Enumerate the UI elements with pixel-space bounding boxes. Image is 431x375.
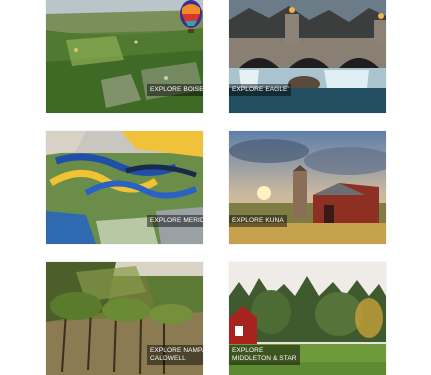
- boise-aerial-photo: [46, 0, 203, 113]
- explore-middleton-star-label: EXPLORE MIDDLETON & STAR: [229, 345, 300, 365]
- explore-boise-label: EXPLORE BOISE: [147, 84, 203, 96]
- explore-kuna-card[interactable]: EXPLORE KUNA: [229, 131, 386, 244]
- explore-nampa-caldwell-label: EXPLORE NAMPA & CALDWELL: [147, 345, 203, 365]
- explore-eagle-label: EXPLORE EAGLE: [229, 84, 291, 96]
- explore-nampa-caldwell-card[interactable]: EXPLORE NAMPA & CALDWELL: [46, 262, 203, 375]
- explore-kuna-label: EXPLORE KUNA: [229, 215, 287, 227]
- explore-meridian-card[interactable]: EXPLORE MERIDIAN: [46, 131, 203, 244]
- explore-meridian-label: EXPLORE MERIDIAN: [147, 215, 203, 227]
- kuna-barn-photo: [229, 131, 386, 244]
- explore-boise-card[interactable]: EXPLORE BOISE: [46, 0, 203, 113]
- meridian-waterpark-photo: [46, 131, 203, 244]
- explore-middleton-star-card[interactable]: EXPLORE MIDDLETON & STAR: [229, 262, 386, 375]
- eagle-bridge-photo: [229, 0, 386, 113]
- explore-eagle-card[interactable]: EXPLORE EAGLE: [229, 0, 386, 113]
